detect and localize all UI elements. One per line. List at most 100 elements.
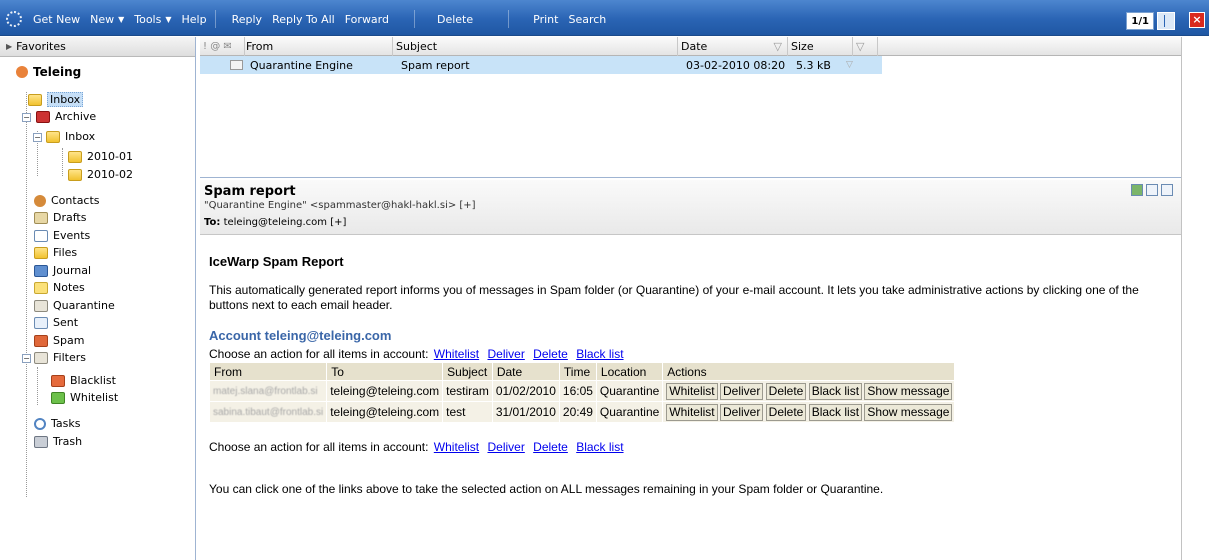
sidebar-item-label: Trash xyxy=(53,435,83,448)
search-button[interactable]: Search xyxy=(563,10,611,28)
main-toolbar: Get New New ▼ Tools ▼ Help Reply Reply To … xyxy=(0,0,1209,36)
cell-actions: Whitelist Deliver Delete Black list Show… xyxy=(662,401,956,423)
get-new-button[interactable]: Get New xyxy=(28,10,85,28)
close-icon[interactable]: × xyxy=(1189,12,1205,28)
collapse-icon[interactable]: − xyxy=(33,133,42,142)
forward-button[interactable]: Forward xyxy=(340,10,394,28)
th-subject: Subject xyxy=(442,362,493,381)
choose-action-text: Choose an action for all items in accoun… xyxy=(209,347,429,361)
delete-button[interactable]: Delete xyxy=(765,403,807,421)
deliver-button[interactable]: Deliver xyxy=(719,403,764,421)
sidebar-item-label: Inbox xyxy=(47,92,84,107)
sidebar-item-journal[interactable]: Journal xyxy=(34,262,91,279)
sidebar-item-contacts[interactable]: Contacts xyxy=(34,192,100,209)
sidebar-item-archive-inbox[interactable]: Inbox xyxy=(46,128,95,145)
column-subject[interactable]: Subject xyxy=(393,37,678,56)
sidebar-item-label: 2010-01 xyxy=(87,150,133,163)
favorites-header[interactable]: ▶ Favorites xyxy=(0,37,195,57)
sidebar-item-label: 2010-02 xyxy=(87,168,133,181)
deliver-link[interactable]: Deliver xyxy=(487,347,524,361)
cell-to: teleing@teleing.com xyxy=(326,380,444,402)
message-list-header: ! @ ✉ From Subject Date ▽ Size ▽ xyxy=(200,37,1181,56)
sidebar-item-notes[interactable]: Notes xyxy=(34,279,85,296)
column-from[interactable]: From xyxy=(243,37,393,56)
sidebar-item-sent[interactable]: Sent xyxy=(34,314,78,331)
sidebar-item-events[interactable]: Events xyxy=(34,227,90,244)
delete-button[interactable]: Delete xyxy=(432,10,478,28)
preview-from[interactable]: "Quarantine Engine" <spammaster@hakl-hak… xyxy=(204,200,1181,211)
sidebar-item-label: Files xyxy=(53,246,78,259)
show-message-button[interactable]: Show message xyxy=(864,382,953,400)
sidebar-item-whitelist[interactable]: Whitelist xyxy=(51,389,118,406)
whitelist-button[interactable]: Whitelist xyxy=(666,382,718,400)
sidebar-item-label: Archive xyxy=(55,110,97,123)
preview-to[interactable]: teleing@teleing.com [+] xyxy=(224,217,347,228)
reply-button[interactable]: Reply xyxy=(227,10,267,28)
sidebar-item-files[interactable]: Files xyxy=(34,244,77,261)
report-title: IceWarp Spam Report xyxy=(209,254,344,269)
delete-link[interactable]: Delete xyxy=(533,440,568,454)
message-preview: Spam report "Quarantine Engine" <spammas… xyxy=(200,180,1181,560)
sidebar-item-spam[interactable]: Spam xyxy=(34,332,84,349)
flag-columns[interactable]: ! @ ✉ xyxy=(200,37,245,56)
pager: 1/1 xyxy=(1126,12,1175,30)
sidebar-item-blacklist[interactable]: Blacklist xyxy=(51,372,116,389)
text-view-icon[interactable] xyxy=(1161,184,1173,196)
th-date: Date xyxy=(491,362,560,381)
collapse-icon[interactable]: − xyxy=(22,354,31,363)
whitelist-link[interactable]: Whitelist xyxy=(434,440,479,454)
blacklist-link[interactable]: Black list xyxy=(576,440,623,454)
inbox-icon xyxy=(28,93,42,106)
user-icon xyxy=(16,66,28,78)
delete-link[interactable]: Delete xyxy=(533,347,568,361)
sidebar-item-quarantine[interactable]: Quarantine xyxy=(34,297,115,314)
sidebar-item-tasks[interactable]: Tasks xyxy=(34,415,80,432)
report-account-heading: Account teleing@teleing.com xyxy=(209,328,392,343)
sidebar-item-2010-01[interactable]: 2010-01 xyxy=(68,148,133,165)
help-button[interactable]: Help xyxy=(177,10,212,28)
sidebar-item-inbox[interactable]: Inbox xyxy=(28,91,84,108)
plain-view-icon[interactable] xyxy=(1146,184,1158,196)
html-view-icon[interactable] xyxy=(1131,184,1143,196)
show-message-button[interactable]: Show message xyxy=(864,403,953,421)
layout-toggle-icon[interactable] xyxy=(1157,12,1175,30)
blacklist-link[interactable]: Black list xyxy=(576,347,623,361)
sidebar-item-label: Contacts xyxy=(51,194,100,207)
preview-view-icons xyxy=(1128,184,1173,196)
cell-time: 16:05 xyxy=(558,380,597,402)
sidebar-item-archive[interactable]: Archive xyxy=(36,108,96,125)
app-logo-icon xyxy=(6,11,22,27)
print-button[interactable]: Print xyxy=(528,10,563,28)
sidebar-item-filters[interactable]: Filters xyxy=(34,349,86,366)
new-menu-button[interactable]: New ▼ xyxy=(85,10,129,28)
expand-arrow-icon: ▶ xyxy=(6,42,13,51)
blacklist-button[interactable]: Black list xyxy=(808,403,863,421)
spam-icon xyxy=(34,334,48,347)
collapse-icon[interactable]: − xyxy=(22,113,31,122)
sidebar-item-trash[interactable]: Trash xyxy=(34,433,82,450)
whitelist-icon xyxy=(51,391,65,404)
tools-menu-button[interactable]: Tools ▼ xyxy=(129,10,176,28)
whitelist-link[interactable]: Whitelist xyxy=(434,347,479,361)
column-size[interactable]: Size xyxy=(788,37,853,56)
delete-button[interactable]: Delete xyxy=(765,382,807,400)
toolbar-separator xyxy=(508,10,510,28)
report-body: IceWarp Spam Report This automatically g… xyxy=(200,235,1181,496)
deliver-link[interactable]: Deliver xyxy=(487,440,524,454)
sidebar-item-2010-02[interactable]: 2010-02 xyxy=(68,166,133,183)
account-node[interactable]: Teleing xyxy=(0,57,195,87)
deliver-button[interactable]: Deliver xyxy=(719,382,764,400)
blacklist-icon xyxy=(51,374,65,387)
column-date[interactable]: Date ▽ xyxy=(678,37,788,56)
sidebar-item-label: Spam xyxy=(53,334,85,347)
tree-line xyxy=(37,367,38,405)
reply-all-button[interactable]: Reply To All xyxy=(267,10,340,28)
blacklist-button[interactable]: Black list xyxy=(808,382,863,400)
message-row[interactable]: Quarantine Engine Spam report 03-02-2010… xyxy=(200,56,882,74)
folder-icon xyxy=(68,168,82,181)
attachment-icon: @ xyxy=(210,41,221,52)
column-filter-icon[interactable]: ▽ xyxy=(853,37,878,56)
th-time: Time xyxy=(558,362,597,381)
whitelist-button[interactable]: Whitelist xyxy=(666,403,718,421)
sidebar-item-drafts[interactable]: Drafts xyxy=(34,209,86,226)
